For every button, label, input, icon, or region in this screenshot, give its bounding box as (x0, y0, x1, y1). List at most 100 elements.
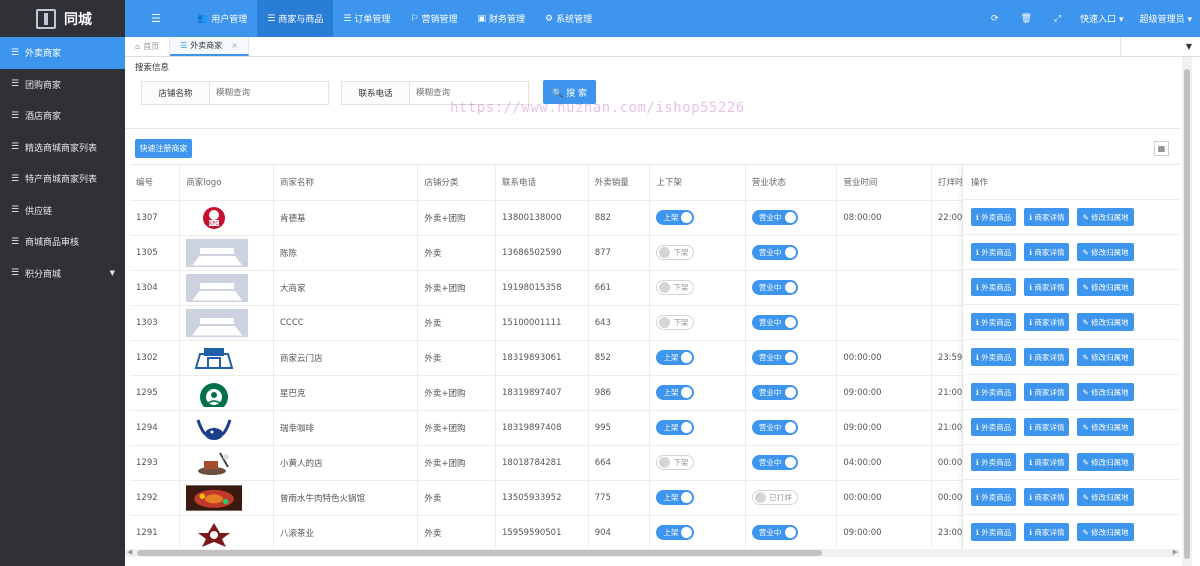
top-nav-item[interactable]: ▣ 财务管理 (468, 0, 536, 37)
merchant-detail-button[interactable]: ℹ 商家详情 (1024, 488, 1070, 506)
action-label: 外卖商品 (981, 422, 1012, 432)
edit-region-button[interactable]: ✎ 修改归属地 (1077, 208, 1134, 226)
sidebar-item[interactable]: ☰ 商城商品审核 (0, 226, 125, 258)
admin-dropdown[interactable]: 超级管理员 ▾ (1132, 12, 1200, 25)
merchant-detail-button[interactable]: ℹ 商家详情 (1024, 418, 1070, 436)
food-logo (186, 449, 242, 477)
fullscreen-icon[interactable]: ⤢ (1043, 14, 1072, 24)
top-nav-item[interactable]: ⚐ 营销管理 (400, 0, 467, 37)
waimai-goods-button[interactable]: ℹ 外卖商品 (971, 523, 1017, 541)
toggle-knob (754, 492, 766, 503)
horizontal-scrollbar[interactable]: ◀ ▶ (125, 548, 1180, 557)
listing-toggle[interactable]: 上架 (656, 490, 695, 505)
business-status-toggle[interactable]: 营业中 (751, 280, 798, 295)
merchant-detail-button[interactable]: ℹ 商家详情 (1024, 278, 1070, 296)
listing-toggle[interactable]: 下架 (656, 280, 695, 295)
waimai-goods-button[interactable]: ℹ 外卖商品 (971, 348, 1017, 366)
edit-region-button[interactable]: ✎ 修改归属地 (1077, 488, 1134, 506)
scroll-left-icon[interactable]: ◀ (127, 548, 132, 556)
listing-toggle[interactable]: 下架 (656, 315, 695, 330)
merchant-detail-button[interactable]: ℹ 商家详情 (1024, 453, 1070, 471)
close-icon[interactable]: × (231, 41, 238, 50)
business-status-toggle[interactable]: 营业中 (751, 420, 798, 435)
top-nav-label: 用户管理 (211, 15, 248, 25)
edit-region-button[interactable]: ✎ 修改归属地 (1077, 348, 1134, 366)
tab-home[interactable]: ⌂ 首页 (125, 37, 171, 56)
waimai-goods-button[interactable]: ℹ 外卖商品 (971, 383, 1017, 401)
column-header: 外卖销量 (588, 165, 651, 201)
waimai-goods-button[interactable]: ℹ 外卖商品 (971, 488, 1017, 506)
waimai-goods-button[interactable]: ℹ 外卖商品 (971, 313, 1017, 331)
listing-toggle-label: 下架 (673, 318, 689, 327)
edit-region-button[interactable]: ✎ 修改归属地 (1077, 523, 1134, 541)
status-toggle-label: 营业中 (758, 458, 782, 467)
merchant-detail-button[interactable]: ℹ 商家详情 (1024, 243, 1070, 261)
business-status-toggle[interactable]: 营业中 (751, 210, 798, 225)
scroll-right-icon[interactable]: ▶ (1173, 548, 1178, 556)
menu-toggle-icon[interactable]: ☰ (125, 12, 187, 25)
business-status-toggle[interactable]: 营业中 (751, 350, 798, 365)
top-nav-item[interactable]: ☰ 订单管理 (333, 0, 400, 37)
status-toggle-label: 营业中 (758, 283, 782, 292)
horizontal-scroll-thumb[interactable] (137, 550, 822, 556)
tab-waimai-merchants[interactable]: ☰ 外卖商家 × (170, 37, 249, 56)
sidebar-item[interactable]: ☰ 供应链 (0, 195, 125, 227)
business-status-toggle[interactable]: 营业中 (751, 385, 798, 400)
actions-row: ℹ 外卖商品 ℹ 商家详情 ✎ 修改归属地 (963, 340, 1180, 375)
business-status-toggle[interactable]: 营业中 (751, 315, 798, 330)
action-label: 修改归属地 (1091, 387, 1129, 397)
listing-toggle[interactable]: 下架 (656, 245, 695, 260)
listing-toggle[interactable]: 下架 (656, 455, 695, 470)
listing-toggle[interactable]: 上架 (656, 210, 695, 225)
business-status-toggle[interactable]: 营业中 (751, 525, 798, 540)
waimai-goods-button[interactable]: ℹ 外卖商品 (971, 418, 1017, 436)
edit-region-button[interactable]: ✎ 修改归属地 (1077, 243, 1134, 261)
listing-toggle[interactable]: 上架 (656, 420, 695, 435)
top-nav-item[interactable]: ☰ 商家与商品 (257, 0, 334, 37)
listing-toggle[interactable]: 上架 (656, 350, 695, 365)
business-status-toggle[interactable]: 已打烊 (751, 490, 798, 505)
top-nav-label: 财务管理 (489, 15, 526, 25)
merchant-logo-cell (179, 305, 274, 341)
business-status-toggle[interactable]: 营业中 (751, 245, 798, 260)
brand[interactable]: 同城 (0, 0, 125, 37)
waimai-goods-button[interactable]: ℹ 外卖商品 (971, 208, 1017, 226)
edit-region-button[interactable]: ✎ 修改归属地 (1077, 418, 1134, 436)
quick-entry-dropdown[interactable]: 快速入口 ▾ (1072, 12, 1131, 25)
listing-toggle[interactable]: 上架 (656, 385, 695, 400)
sidebar-item[interactable]: ☰ 积分商城 ▼ (0, 258, 125, 290)
edit-region-button[interactable]: ✎ 修改归属地 (1077, 453, 1134, 471)
top-nav-item[interactable]: ⚙ 系统管理 (535, 0, 602, 37)
listing-toggle[interactable]: 上架 (656, 525, 695, 540)
quick-register-button[interactable]: 快速注册商家 (135, 139, 192, 158)
status-toggle-label: 营业中 (758, 213, 782, 222)
merchant-name: 八滚茶业 (273, 515, 419, 549)
waimai-goods-button[interactable]: ℹ 外卖商品 (971, 278, 1017, 296)
waimai-goods-button[interactable]: ℹ 外卖商品 (971, 453, 1017, 471)
merchant-detail-button[interactable]: ℹ 商家详情 (1024, 383, 1070, 401)
merchant-detail-button[interactable]: ℹ 商家详情 (1024, 208, 1070, 226)
shop-name-input[interactable] (210, 82, 328, 104)
merchant-detail-button[interactable]: ℹ 商家详情 (1024, 348, 1070, 366)
search-panel: 搜索信息 店铺名称 联系电话 🔍 搜 索 https://www.huzhan.… (125, 57, 1190, 127)
sidebar-item[interactable]: ☰ 精选商城商家列表 (0, 132, 125, 164)
sidebar-item[interactable]: ☰ 外卖商家 (0, 37, 125, 69)
sidebar-item[interactable]: ☰ 酒店商家 (0, 100, 125, 132)
column-header: 店铺分类 (417, 165, 496, 201)
business-status-toggle[interactable]: 营业中 (751, 455, 798, 470)
vertical-scrollbar[interactable] (1182, 57, 1192, 566)
edit-region-button[interactable]: ✎ 修改归属地 (1077, 383, 1134, 401)
columns-toggle-icon[interactable]: ▦ (1154, 141, 1169, 156)
edit-region-button[interactable]: ✎ 修改归属地 (1077, 313, 1134, 331)
merchant-detail-button[interactable]: ℹ 商家详情 (1024, 313, 1070, 331)
tabs-more-dropdown[interactable]: ▼ (1120, 37, 1200, 56)
refresh-icon[interactable]: ⟳ (980, 14, 1010, 24)
top-nav-item[interactable]: 👥 用户管理 (187, 0, 257, 37)
merchant-detail-button[interactable]: ℹ 商家详情 (1024, 523, 1070, 541)
waimai-goods-button[interactable]: ℹ 外卖商品 (971, 243, 1017, 261)
edit-region-button[interactable]: ✎ 修改归属地 (1077, 278, 1134, 296)
vertical-scroll-thumb[interactable] (1184, 69, 1190, 559)
sidebar-item[interactable]: ☰ 特产商城商家列表 (0, 163, 125, 195)
sidebar-item[interactable]: ☰ 团购商家 (0, 69, 125, 101)
trash-icon[interactable]: 🗑 (1010, 14, 1043, 24)
